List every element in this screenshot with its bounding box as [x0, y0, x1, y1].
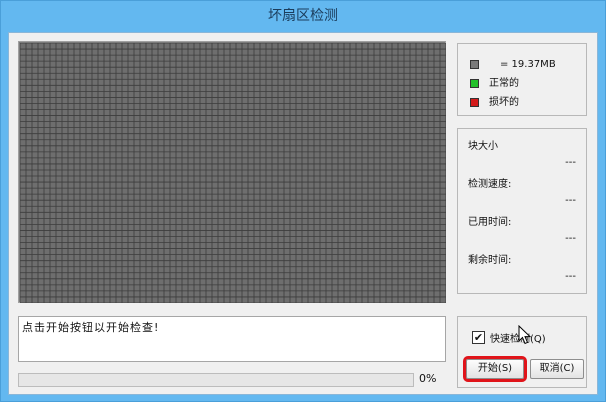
block-size-value: --- [565, 157, 576, 168]
sector-grid-background [20, 43, 446, 303]
block-size-label: 块大小 [468, 141, 498, 152]
quick-check-checkbox[interactable]: ✔ [472, 331, 485, 344]
action-panel: ✔ 快速检测(Q) 开始(S) 取消(C) [457, 316, 587, 388]
legend-label-normal: 正常的 [489, 78, 519, 89]
legend-label-damaged: 损坏的 [489, 97, 519, 108]
elapsed-time-value: --- [565, 233, 576, 244]
progress-percent: 0% [419, 372, 437, 385]
elapsed-time-label: 已用时间: [468, 217, 512, 228]
remaining-time-label: 剩余时间: [468, 255, 512, 266]
legend-swatch-damaged [470, 98, 479, 107]
cancel-button[interactable]: 取消(C) [530, 359, 584, 379]
bad-sector-check-window: 坏扇区检测 = 19.37MB 正常的 损坏的 块大小 --- 检测速度: --… [0, 0, 606, 402]
stats-panel: 块大小 --- 检测速度: --- 已用时间: --- 剩余时间: --- [457, 128, 587, 294]
legend-swatch-normal [470, 79, 479, 88]
dialog-client-area: = 19.37MB 正常的 损坏的 块大小 --- 检测速度: --- 已用时间… [8, 32, 598, 395]
mouse-cursor-icon [518, 325, 532, 345]
sector-grid [20, 43, 446, 303]
remaining-time-value: --- [565, 271, 576, 282]
window-title: 坏扇区检测 [268, 8, 338, 24]
sector-map [18, 41, 446, 303]
speed-value: --- [565, 195, 576, 206]
progress-bar [18, 373, 414, 387]
legend-panel: = 19.37MB 正常的 损坏的 [457, 43, 587, 116]
status-message: 点击开始按钮以开始检查! [18, 316, 446, 362]
speed-label: 检测速度: [468, 179, 512, 190]
legend-label-block-size: = 19.37MB [500, 59, 556, 70]
start-button[interactable]: 开始(S) [463, 356, 527, 382]
legend-swatch-block [470, 60, 479, 69]
